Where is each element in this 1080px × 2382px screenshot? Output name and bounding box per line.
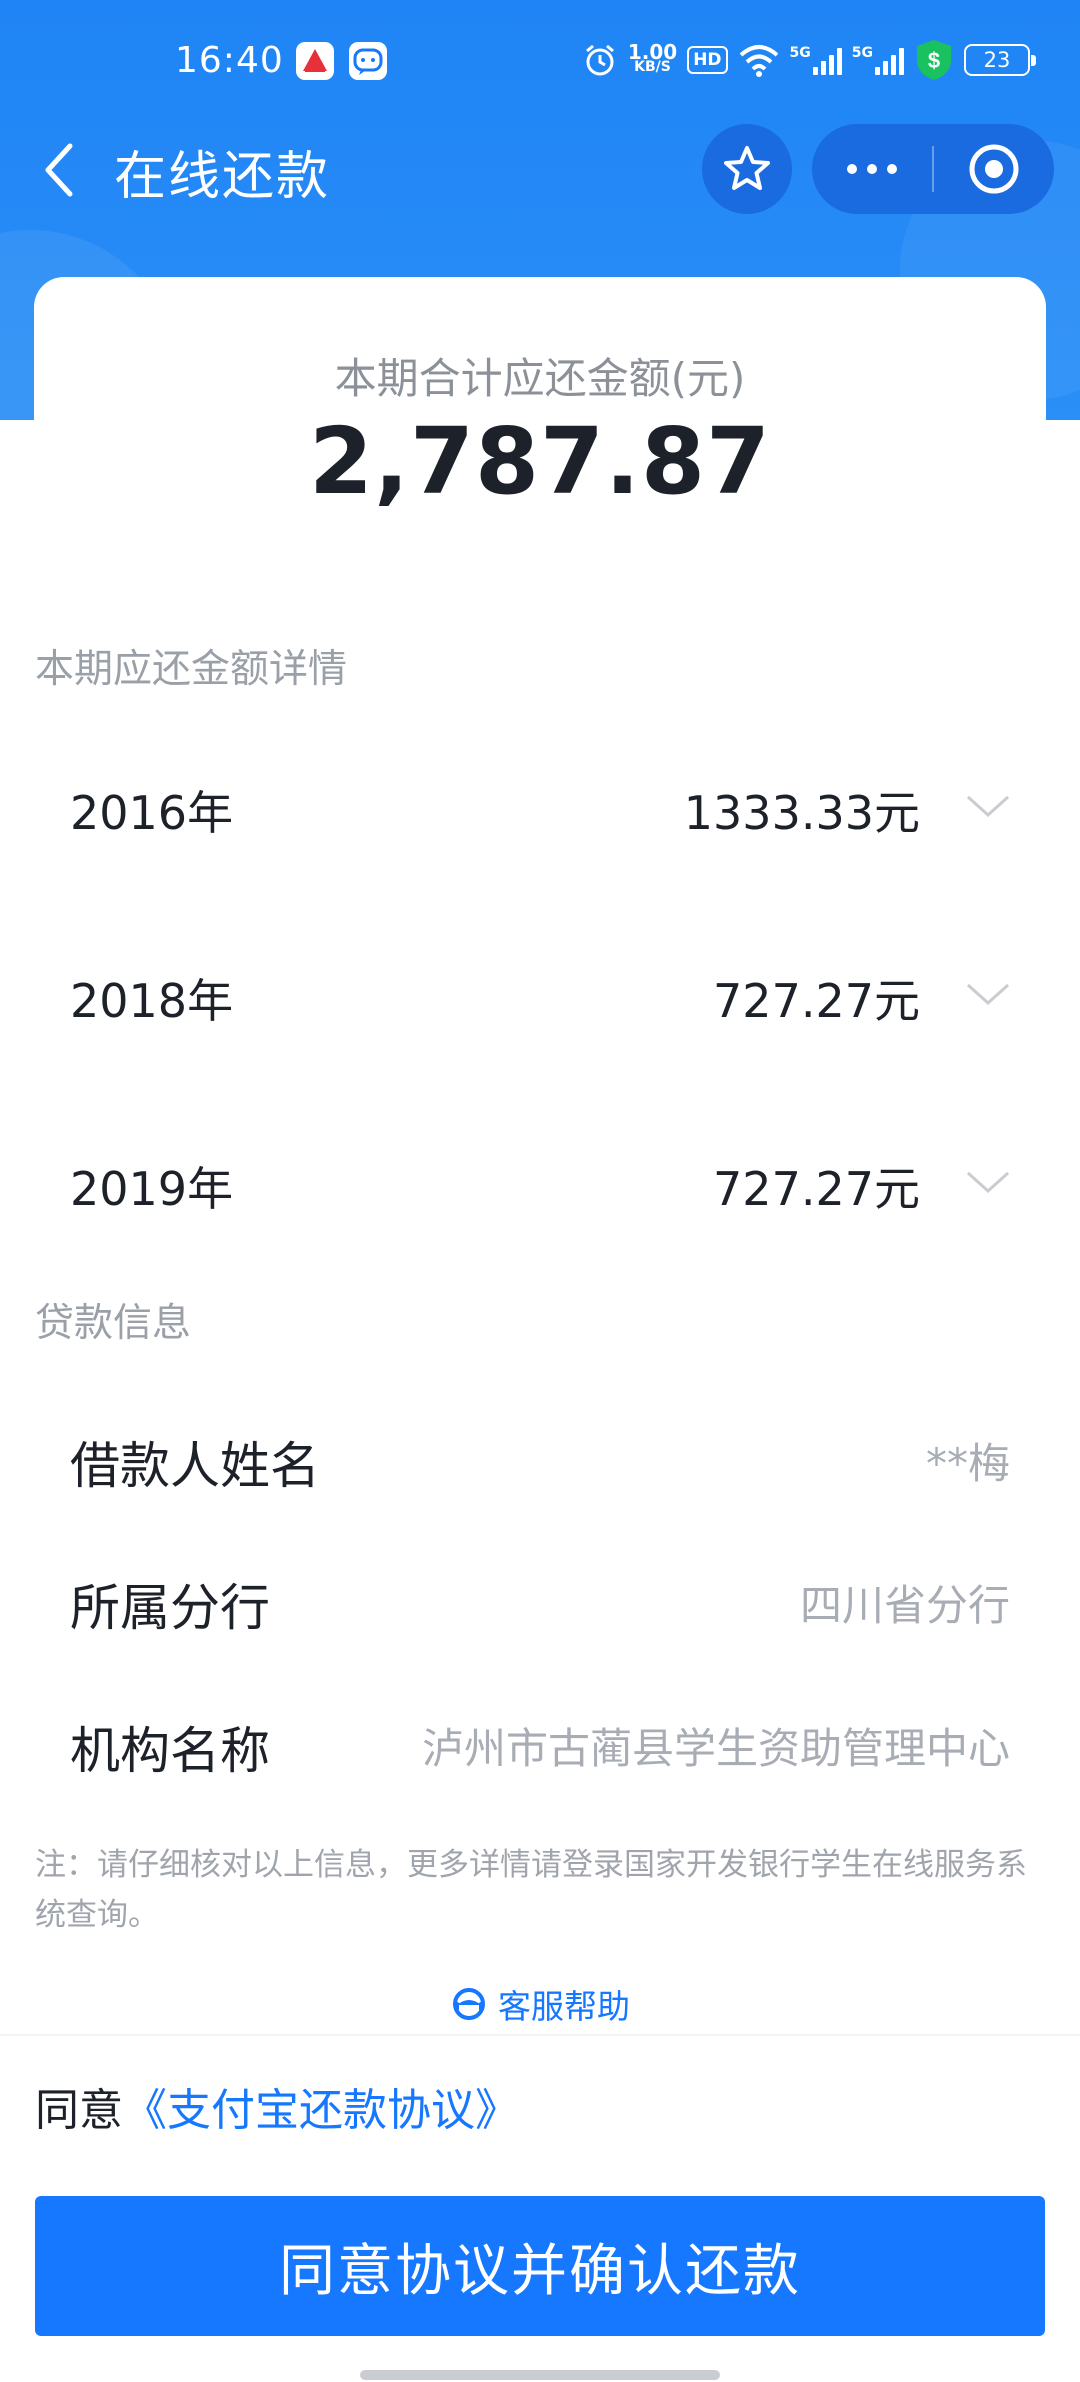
signal-5g-icon-2: 5G	[852, 45, 904, 75]
borrower-name-row: 借款人姓名 **梅	[0, 1404, 1080, 1504]
chevron-left-icon	[45, 143, 73, 197]
confirm-repay-button[interactable]: 同意协议并确认还款	[35, 2196, 1045, 2336]
detail-year: 2018年	[70, 974, 234, 1028]
alarm-icon	[582, 42, 618, 78]
customer-service-icon	[453, 1988, 485, 2020]
hd-icon: HD	[687, 46, 728, 74]
favorite-button[interactable]	[702, 124, 792, 214]
detail-year: 2019年	[70, 1162, 234, 1216]
back-button[interactable]	[30, 140, 90, 200]
battery-icon: 23	[964, 44, 1036, 76]
status-time: 16:40	[175, 40, 284, 81]
agreement-line: 同意《支付宝还款协议》	[35, 2074, 519, 2138]
page-title: 在线还款	[114, 147, 331, 207]
signal-5g-icon-1: 5G	[790, 45, 842, 75]
divider	[0, 2034, 1080, 2036]
branch-row: 所属分行 四川省分行	[0, 1546, 1080, 1646]
mini-program-capsule	[812, 124, 1054, 214]
info-value: 四川省分行	[799, 1581, 1010, 1630]
detail-row[interactable]: 2018年 727.27元	[0, 941, 1080, 1041]
customer-service-link[interactable]: 客服帮助	[0, 1980, 1080, 2028]
detail-amount: 1333.33元	[683, 786, 920, 840]
info-label: 借款人姓名	[70, 1437, 320, 1495]
star-icon	[724, 146, 770, 190]
chat-notification-icon	[349, 42, 387, 80]
chevron-down-icon	[966, 983, 1010, 1006]
info-label: 所属分行	[70, 1579, 270, 1637]
info-value: 泸州市古蔺县学生资助管理中心	[421, 1724, 1010, 1773]
wifi-icon	[738, 43, 780, 77]
detail-amount: 727.27元	[713, 1162, 920, 1216]
agreement-link[interactable]: 《支付宝还款协议》	[123, 2085, 519, 2136]
network-speed: 1.00 KB/S	[627, 40, 678, 75]
status-icons: 1.00 KB/S HD 5G 5G $ 23	[582, 38, 1036, 82]
security-shield-icon: $	[914, 38, 954, 82]
detail-year: 2016年	[70, 786, 234, 840]
nav-bar: 在线还款	[0, 120, 1080, 220]
agreement-prefix: 同意	[35, 2085, 123, 2136]
target-icon	[969, 144, 1019, 194]
svg-text:$: $	[928, 48, 940, 73]
more-dots-icon	[847, 164, 897, 174]
details-heading: 本期应还金额详情	[35, 647, 348, 692]
help-label: 客服帮助	[498, 1987, 630, 2026]
info-value: **梅	[925, 1439, 1010, 1488]
notice-text: 注：请仔细核对以上信息，更多详情请登录国家开发银行学生在线服务系统查询。	[35, 1847, 1027, 1933]
detail-amount: 727.27元	[713, 974, 920, 1028]
loan-info-heading: 贷款信息	[35, 1301, 192, 1346]
chevron-down-icon	[966, 795, 1010, 818]
chevron-down-icon	[966, 1171, 1010, 1194]
detail-row[interactable]: 2019年 727.27元	[0, 1129, 1080, 1229]
info-label: 机构名称	[70, 1722, 270, 1780]
total-amount: 2,787.87	[309, 408, 771, 515]
detail-row[interactable]: 2016年 1333.33元	[0, 753, 1080, 853]
home-indicator	[360, 2370, 720, 2380]
total-label: 本期合计应还金额(元)	[334, 354, 746, 403]
close-program-button[interactable]	[934, 124, 1054, 214]
app-notification-icon	[296, 42, 334, 80]
status-bar: 16:40 1.00 KB/S HD 5G 5G $ 23	[0, 0, 1080, 120]
more-button[interactable]	[812, 124, 932, 214]
institution-row: 机构名称 泸州市古蔺县学生资助管理中心	[0, 1689, 1080, 1789]
